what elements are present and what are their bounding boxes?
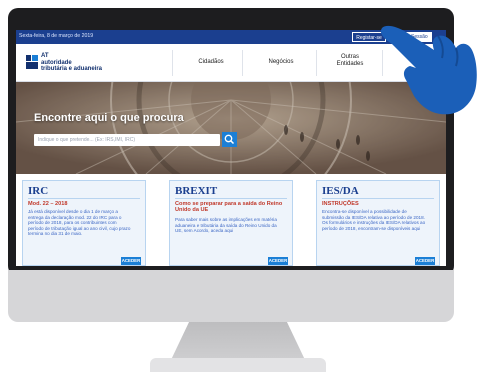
card-ies-da[interactable]: IES/DA INSTRUÇÕES Encontra-se disponível… xyxy=(316,180,440,266)
nav-label-line-2: Entidades xyxy=(336,61,364,67)
access-button[interactable]: ACEDER xyxy=(268,257,288,265)
search-placeholder: Indique o que pretende... (Ex: IRS,IMI, … xyxy=(38,137,135,143)
card-irc[interactable]: IRC Mod. 22 – 2018 Já está disponível de… xyxy=(22,180,146,266)
card-body: Para saber mais sobre as implicações em … xyxy=(175,217,277,234)
card-divider xyxy=(175,198,287,199)
nav-item-negocios[interactable]: Negócios xyxy=(252,59,310,66)
card-subtitle: Como se preparar para a saída do Reino U… xyxy=(175,201,283,214)
monitor-stand xyxy=(170,322,306,362)
card-subtitle: Mod. 22 – 2018 xyxy=(28,201,68,207)
card-subtitle: INSTRUÇÕES xyxy=(322,201,359,207)
card-divider xyxy=(28,198,140,199)
nav-item-cidadaos[interactable]: Cidadãos xyxy=(186,59,236,66)
search-input[interactable]: Indique o que pretende... (Ex: IRS,IMI, … xyxy=(34,134,220,146)
access-button[interactable]: ACEDER xyxy=(121,257,141,265)
card-title: IRC xyxy=(28,185,49,197)
card-title: IES/DA xyxy=(322,185,359,197)
nav-item-outras-entidades[interactable]: Outras Entidades xyxy=(322,54,378,68)
pointing-hand-icon xyxy=(380,25,477,115)
news-cards: IRC Mod. 22 – 2018 Já está disponível de… xyxy=(16,174,446,266)
nav-label: Negócios xyxy=(268,59,294,65)
nav-label-line-1: Outras xyxy=(340,54,359,60)
logo-text[interactable]: AT autoridade tributária e aduaneira xyxy=(41,53,102,73)
nav-divider xyxy=(172,50,173,76)
search-button[interactable] xyxy=(222,132,237,147)
search-icon xyxy=(224,134,235,145)
card-body: Encontra-se disponível a possibilidade d… xyxy=(322,209,426,231)
logo-line-3: tributária e aduaneira xyxy=(41,66,103,72)
nav-divider xyxy=(316,50,317,76)
hero-title: Encontre aqui o que procura xyxy=(34,112,184,124)
card-divider xyxy=(322,198,434,199)
nav-divider xyxy=(242,50,243,76)
monitor-chin xyxy=(8,270,454,322)
at-logo-icon[interactable] xyxy=(26,55,38,69)
card-body: Já está disponível desde o dia 1 de març… xyxy=(28,209,131,237)
access-button[interactable]: ACEDER xyxy=(415,257,435,265)
card-title: BREXIT xyxy=(175,185,218,197)
monitor-base xyxy=(150,358,326,372)
nav-label: Cidadãos xyxy=(198,59,224,65)
card-brexit[interactable]: BREXIT Como se preparar para a saída do … xyxy=(169,180,293,266)
date-text: Sexta-feira, 8 de março de 2019 xyxy=(19,33,94,39)
